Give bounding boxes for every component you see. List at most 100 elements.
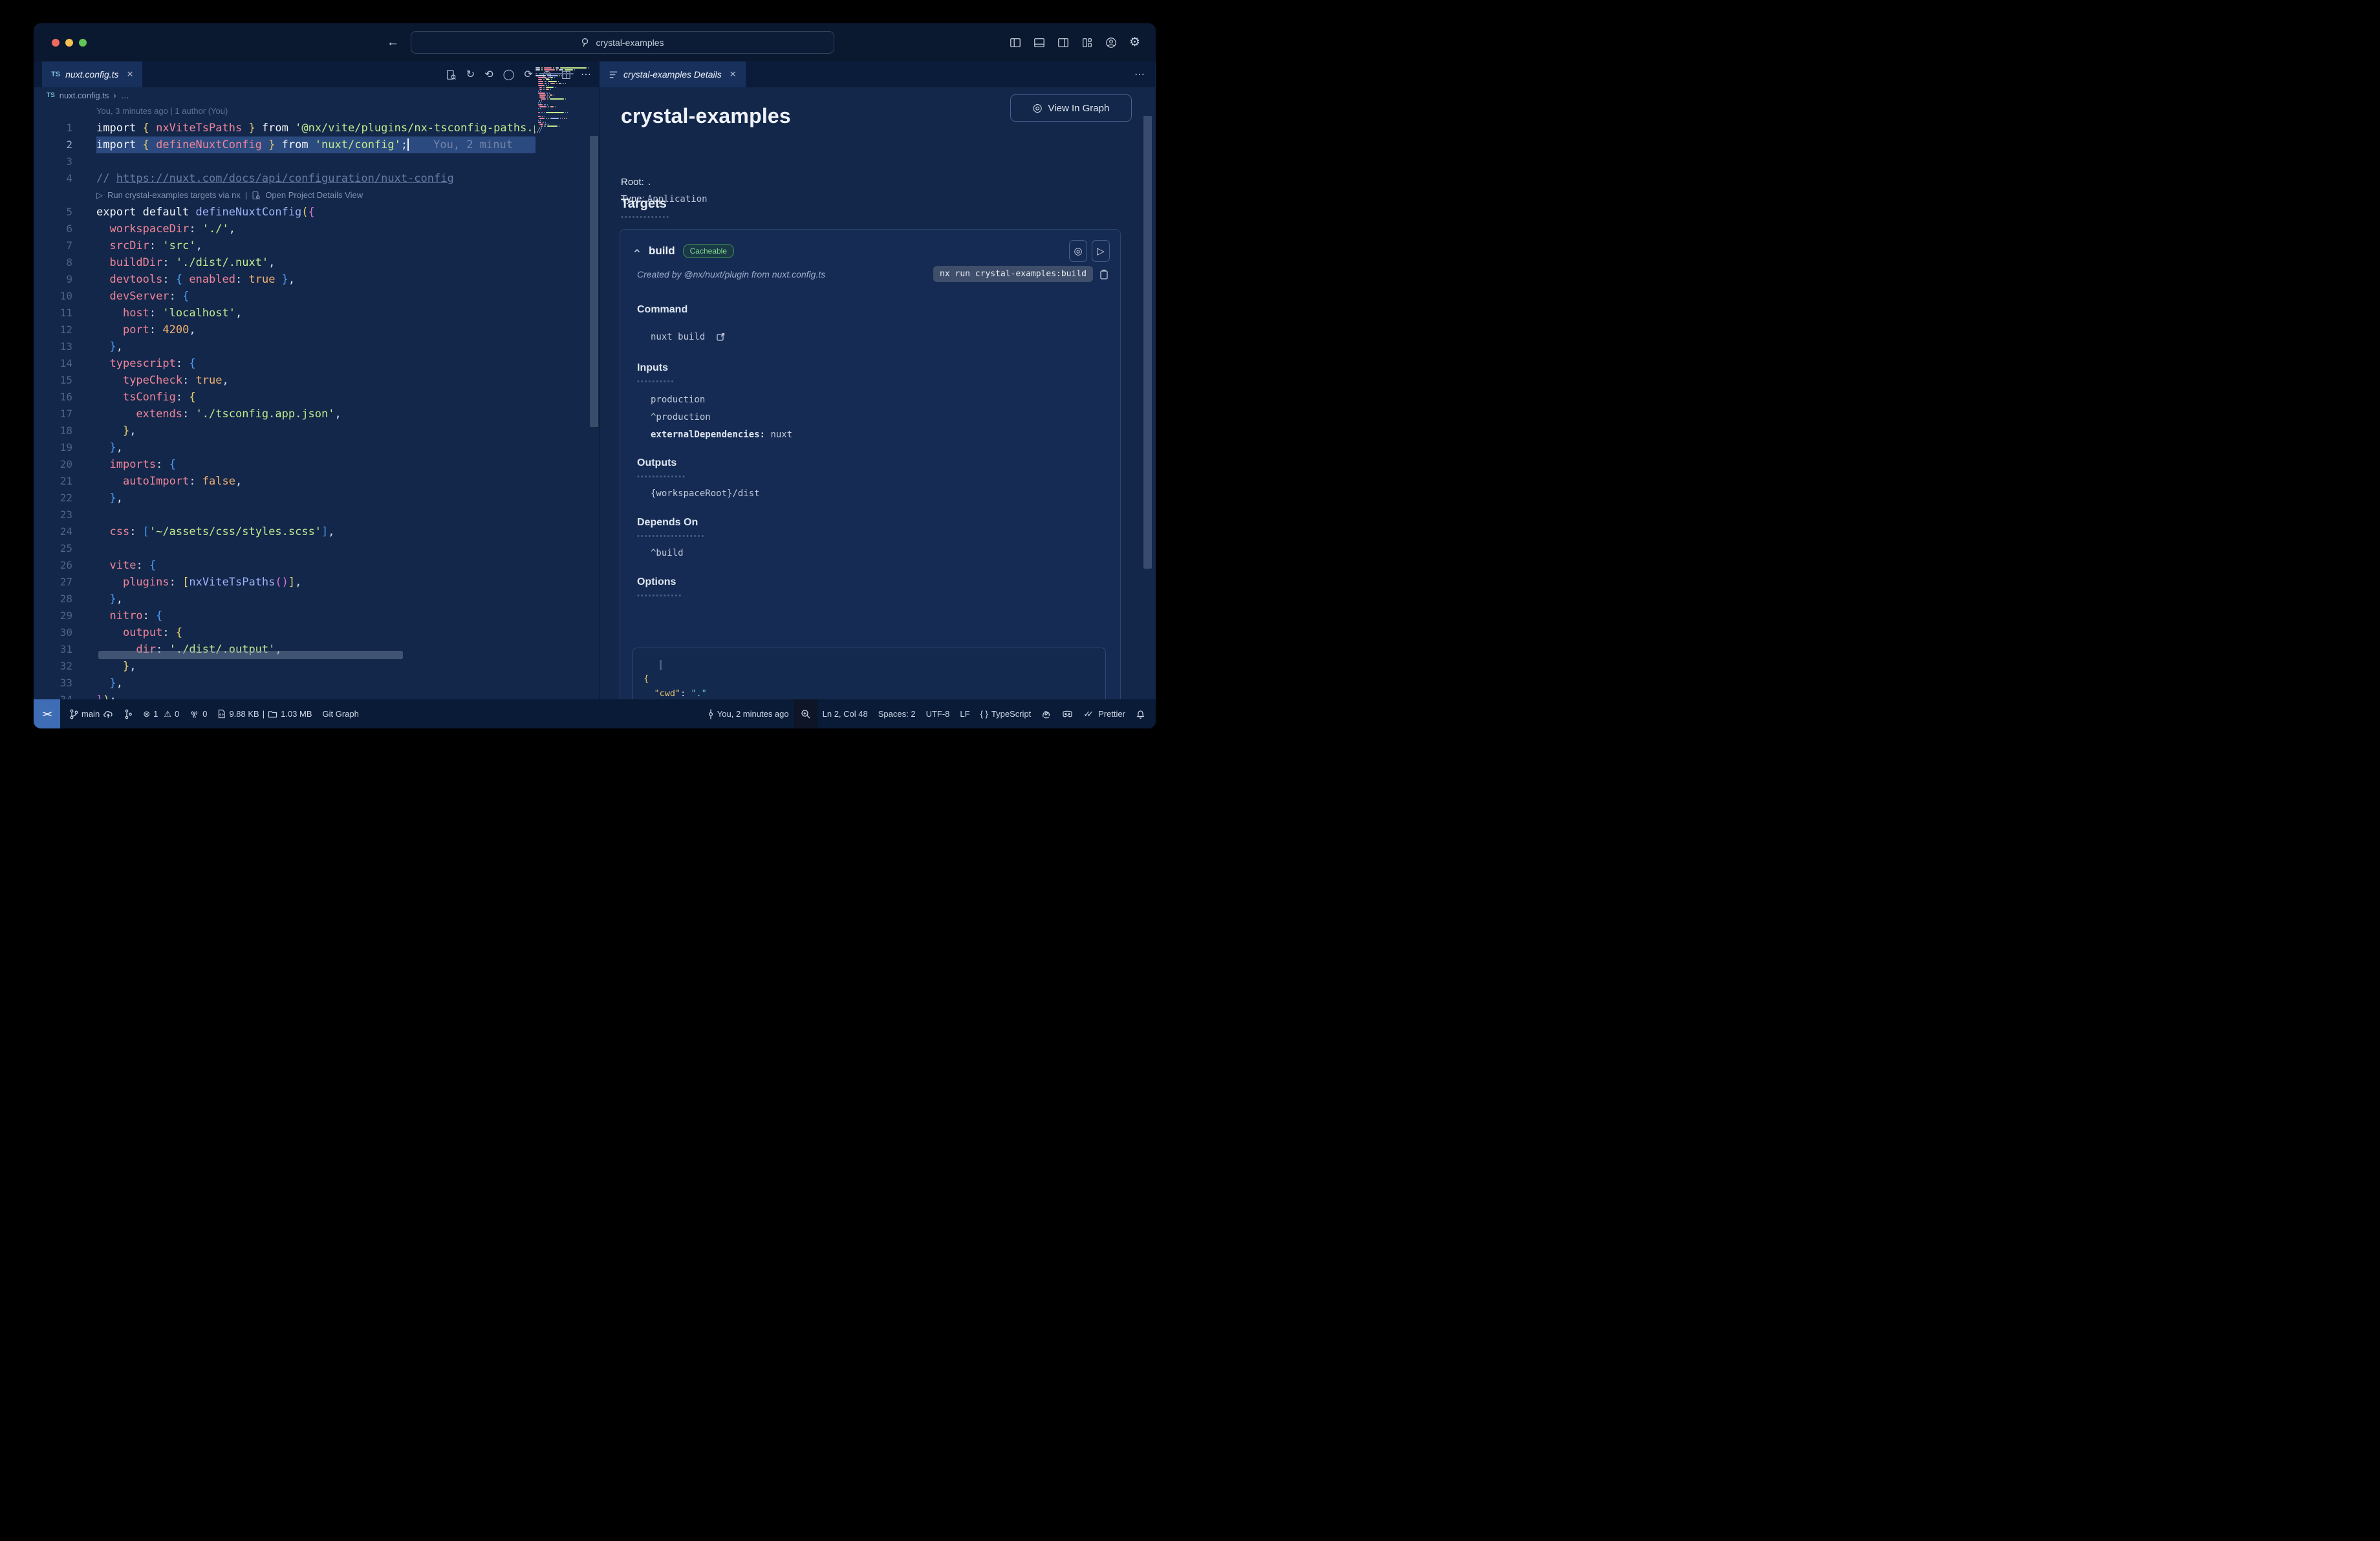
- code-line-2[interactable]: 2 import { defineNuxtConfig } from 'nuxt/…: [34, 137, 599, 153]
- line-content: },: [122, 424, 136, 437]
- breadcrumb-more[interactable]: …: [121, 91, 129, 100]
- close-window-button[interactable]: [52, 39, 60, 47]
- code-line-8[interactable]: 8 buildDir: './dist/.nuxt',: [34, 254, 599, 271]
- toggle-secondary-sidebar-icon[interactable]: [1057, 37, 1069, 49]
- view-in-graph-button[interactable]: ◎ View In Graph: [1010, 94, 1132, 122]
- notifications-item[interactable]: [1130, 709, 1151, 719]
- settings-gear-icon[interactable]: ⚙: [1129, 36, 1140, 49]
- code-line-13[interactable]: 13 },: [34, 338, 599, 355]
- code-line-10[interactable]: 10 devServer: {: [34, 288, 599, 305]
- zoom-window-button[interactable]: [79, 39, 87, 47]
- code-line-27[interactable]: 27 plugins: [nxViteTsPaths()],: [34, 574, 599, 591]
- git-graph-status-icon[interactable]: [119, 709, 138, 719]
- code-line-28[interactable]: 28 },: [34, 591, 599, 607]
- code-line-22[interactable]: 22 },: [34, 490, 599, 507]
- git-graph-button[interactable]: Git Graph: [318, 709, 364, 719]
- code-line-14[interactable]: 14 typescript: {: [34, 355, 599, 372]
- breadcrumb-file[interactable]: nuxt.config.ts: [60, 91, 109, 100]
- customize-layout-icon[interactable]: [1081, 37, 1093, 49]
- tab-project-details[interactable]: crystal-examples Details ✕: [600, 61, 746, 87]
- history-back-icon[interactable]: ←: [387, 36, 399, 50]
- command-center-search[interactable]: crystal-examples: [411, 31, 834, 54]
- code-line-25[interactable]: 25: [34, 540, 599, 557]
- code-line-30[interactable]: 30 output: {: [34, 624, 599, 641]
- code-line-3[interactable]: 3: [34, 153, 599, 170]
- code-line-26[interactable]: 26 vite: {: [34, 557, 599, 574]
- code-line-24[interactable]: 24 css: ['~/assets/css/styles.scss'],: [34, 523, 599, 540]
- line-content: });: [96, 692, 535, 699]
- code-line-11[interactable]: 11 host: 'localhost',: [34, 305, 599, 322]
- next-change-icon[interactable]: ⟳: [525, 68, 533, 81]
- command-value[interactable]: nuxt build: [651, 332, 725, 342]
- previous-change-icon[interactable]: ⟲: [484, 68, 493, 81]
- code-line-15[interactable]: 15 typeCheck: true,: [34, 372, 599, 389]
- view-target-in-graph-button[interactable]: ◎: [1069, 240, 1087, 262]
- code-line-9[interactable]: 9 devtools: { enabled: true },: [34, 271, 599, 288]
- tab-nuxt-config[interactable]: TS nuxt.config.ts ✕: [42, 61, 143, 87]
- options-code-box[interactable]: { "cwd": "." }: [633, 648, 1106, 699]
- breadcrumb[interactable]: TS nuxt.config.ts › …: [47, 87, 129, 103]
- code-line-21[interactable]: 21 autoImport: false,: [34, 473, 599, 490]
- codelens-row[interactable]: ▷ Run crystal-examples targets via nx | Ope…: [34, 187, 599, 204]
- toggle-panel-icon[interactable]: [1033, 37, 1045, 49]
- account-icon[interactable]: [1105, 37, 1117, 49]
- code-line-23[interactable]: 23: [34, 507, 599, 523]
- panel-more-actions-icon[interactable]: ⋯: [1134, 61, 1145, 87]
- code-line-1[interactable]: 1 import { nxViteTsPaths } from '@nx/vite…: [34, 120, 599, 137]
- code-line-12[interactable]: 12 port: 4200,: [34, 322, 599, 338]
- code-line-7[interactable]: 7 srcDir: 'src',: [34, 237, 599, 254]
- panel-vertical-scrollbar[interactable]: [1143, 116, 1152, 569]
- code-line-16[interactable]: 16 tsConfig: {: [34, 389, 599, 406]
- zoom-status-item[interactable]: [794, 699, 817, 728]
- code-line-4[interactable]: 4 // https://nuxt.com/docs/api/configurat…: [34, 170, 599, 187]
- code-line-32[interactable]: 32 },: [34, 658, 599, 675]
- close-panel-tab-icon[interactable]: ✕: [730, 69, 737, 80]
- codelens-run-link[interactable]: Run crystal-examples targets via nx: [107, 187, 241, 204]
- blame-item[interactable]: You, 2 minutes ago: [702, 709, 794, 719]
- prettier-item[interactable]: ✓✓ Prettier: [1078, 709, 1130, 719]
- remote-indicator-button[interactable]: ><: [34, 699, 60, 728]
- run-target-button[interactable]: ▷: [1092, 240, 1110, 262]
- external-link-icon[interactable]: [716, 333, 725, 342]
- eol-item[interactable]: LF: [955, 709, 975, 719]
- code-line-18[interactable]: 18 },: [34, 422, 599, 439]
- collapse-chevron-icon[interactable]: [633, 247, 641, 255]
- editor-horizontal-scrollbar[interactable]: [98, 651, 403, 659]
- encoding-item[interactable]: UTF-8: [921, 709, 955, 719]
- current-change-icon[interactable]: ◯: [503, 68, 515, 81]
- code-line-5[interactable]: 5 export default defineNuxtConfig({: [34, 204, 599, 221]
- language-mode-item[interactable]: { } TypeScript: [975, 709, 1037, 719]
- editor-vertical-scrollbar[interactable]: [590, 136, 598, 427]
- code-editor[interactable]: You, 3 minutes ago | 1 author (You) 1 impo…: [34, 103, 599, 699]
- copy-icon[interactable]: [1099, 268, 1109, 280]
- minimize-window-button[interactable]: [65, 39, 73, 47]
- extension-status-icon[interactable]: [1036, 709, 1057, 719]
- run-target-play-icon[interactable]: ▷: [96, 187, 103, 204]
- toggle-primary-sidebar-icon[interactable]: [1010, 37, 1021, 49]
- open-project-details-icon[interactable]: [446, 69, 457, 80]
- minimap[interactable]: [536, 67, 589, 151]
- target-name[interactable]: build: [649, 245, 675, 257]
- code-line-29[interactable]: 29 nitro: {: [34, 607, 599, 624]
- code-line-34[interactable]: 34});: [34, 692, 599, 699]
- file-size-item[interactable]: 9.88 KB | 1.03 MB: [212, 709, 317, 719]
- code-line-6[interactable]: 6 workspaceDir: './',: [34, 221, 599, 237]
- indentation-item[interactable]: Spaces: 2: [873, 709, 921, 719]
- codelens-open-link[interactable]: Open Project Details View: [265, 187, 363, 204]
- line-number: 23: [60, 508, 72, 521]
- problems-item[interactable]: ⊗ 1 ⚠ 0: [138, 709, 184, 719]
- refresh-icon[interactable]: ↻: [466, 68, 475, 81]
- code-line-33[interactable]: 33 },: [34, 675, 599, 692]
- code-line-20[interactable]: 20 imports: {: [34, 456, 599, 473]
- ports-item[interactable]: 0: [184, 709, 212, 719]
- git-branch-item[interactable]: main: [64, 709, 119, 719]
- project-details-icon[interactable]: [252, 191, 261, 200]
- json-open-brace: {: [644, 673, 649, 684]
- code-line-17[interactable]: 17 extends: './tsconfig.app.json',: [34, 406, 599, 422]
- run-command-chip[interactable]: nx run crystal-examples:build: [933, 266, 1093, 282]
- copilot-status-icon[interactable]: [1057, 709, 1078, 719]
- code-line-19[interactable]: 19 },: [34, 439, 599, 456]
- close-tab-icon[interactable]: ✕: [127, 69, 134, 80]
- blame-header-row[interactable]: You, 3 minutes ago | 1 author (You): [34, 103, 599, 120]
- cursor-position-item[interactable]: Ln 2, Col 48: [817, 709, 873, 719]
